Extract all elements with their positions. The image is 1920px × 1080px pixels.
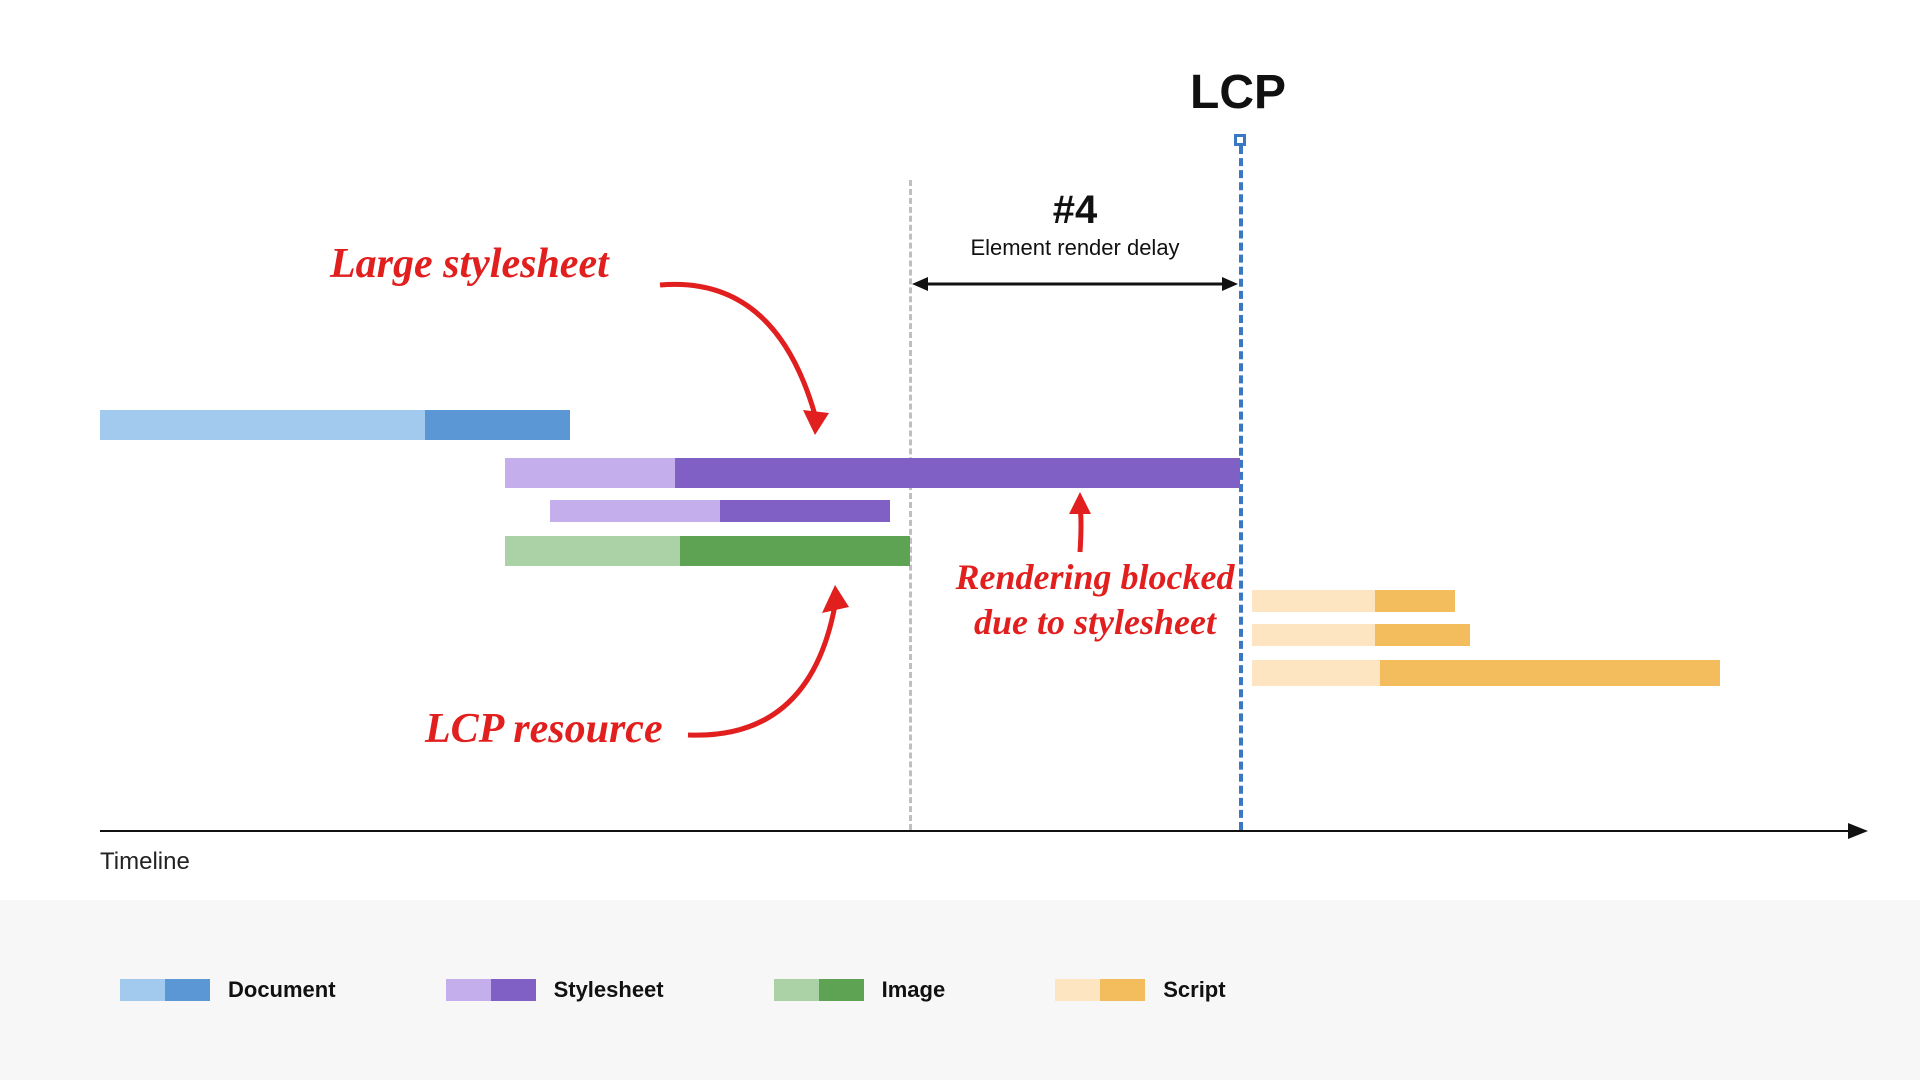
legend-label: Script — [1163, 977, 1225, 1003]
legend-label: Document — [228, 977, 336, 1003]
subdiagram-text: Element render delay — [910, 235, 1240, 261]
legend-item-image: Image — [774, 977, 946, 1003]
chart-area: LCP #4 Element render delay Large styles… — [100, 100, 1860, 820]
bar-document — [100, 410, 570, 440]
timeline-axis — [100, 830, 1858, 832]
axis-label: Timeline — [100, 848, 190, 876]
subdiagram-number: #4 — [910, 188, 1240, 233]
bar-stylesheet-small — [550, 500, 890, 522]
legend-swatch-image — [774, 979, 864, 1001]
legend-label: Image — [882, 977, 946, 1003]
legend-item-script: Script — [1055, 977, 1225, 1003]
annotation-lcp-resource: LCP resource — [425, 705, 663, 753]
annotation-rendering-blocked: Rendering blocked due to stylesheet — [955, 555, 1235, 645]
subdiagram-label: #4 Element render delay — [910, 188, 1240, 261]
legend-item-document: Document — [120, 977, 336, 1003]
bar-stylesheet-large — [505, 458, 1240, 488]
lcp-marker-icon — [1234, 134, 1246, 146]
arrow-rendering-blocked-icon — [1060, 492, 1100, 556]
bar-script-1 — [1252, 590, 1455, 612]
bar-script-2 — [1252, 624, 1470, 646]
legend-swatch-document — [120, 979, 210, 1001]
arrow-lcp-resource-icon — [680, 575, 860, 750]
legend: Document Stylesheet Image Script — [0, 900, 1920, 1080]
range-arrow-icon — [912, 272, 1238, 296]
legend-swatch-script — [1055, 979, 1145, 1001]
arrow-large-stylesheet-icon — [655, 270, 845, 450]
axis-arrowhead-icon — [1848, 821, 1868, 841]
legend-swatch-stylesheet — [446, 979, 536, 1001]
annotation-large-stylesheet: Large stylesheet — [330, 240, 609, 288]
lcp-title: LCP — [1190, 65, 1286, 120]
bar-script-3 — [1252, 660, 1720, 686]
legend-item-stylesheet: Stylesheet — [446, 977, 664, 1003]
legend-label: Stylesheet — [554, 977, 664, 1003]
bar-image — [505, 536, 910, 566]
